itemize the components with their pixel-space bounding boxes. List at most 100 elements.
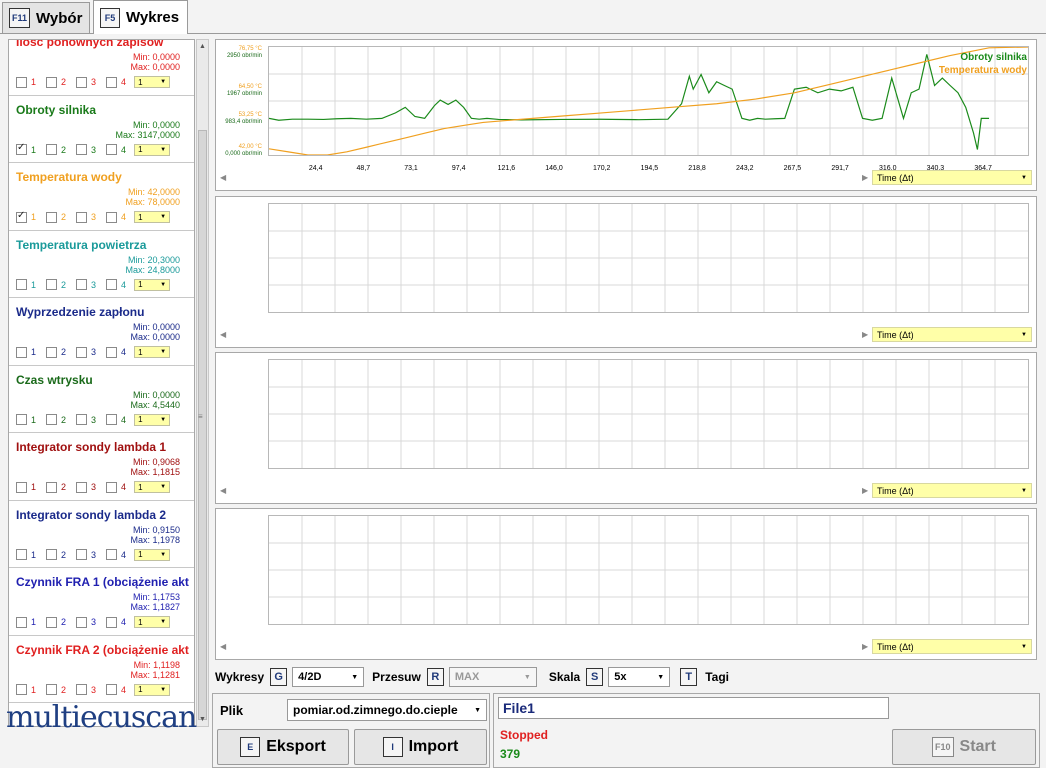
scroll-right-icon[interactable]: ▶ [862,486,872,495]
plot-2-checkbox[interactable] [46,346,58,358]
chart-hscroll[interactable]: ◀ ▶ Time (Δt) ▼ [220,638,1032,655]
plot-1-checkbox[interactable] [16,684,27,695]
tab-wybór[interactable]: F11 Wybór [2,2,90,33]
scroll-left-icon[interactable]: ◀ [220,642,230,651]
scroll-right-icon[interactable]: ▶ [862,642,872,651]
plot-4-label: 4 [121,482,127,492]
plot-2-label: 2 [61,347,67,357]
plot-1-checkbox[interactable] [16,346,27,358]
status-panel: File1 Stopped 379 F10 Start [493,693,1040,768]
axis-select[interactable]: 1 ▼ [134,616,171,628]
channel-item: Temperatura wody Min: 42,0000 Max: 78,0000… [9,163,194,231]
chart-hscroll[interactable]: ◀ ▶ Time (Δt) ▼ [220,326,1032,343]
axis-select[interactable]: 1 ▼ [134,278,171,291]
chart-hscroll[interactable]: ◀ ▶ Time (Δt) ▼ [220,482,1032,499]
tab-wykres[interactable]: F5 Wykres [93,0,188,34]
time-axis-select[interactable]: Time (Δt) ▼ [872,170,1032,185]
plot-4-label: 4 [121,549,127,560]
plot-3-checkbox[interactable] [76,346,88,358]
plot-3-checkbox[interactable] [76,616,88,628]
plot-3-checkbox[interactable] [76,279,88,290]
time-axis-select[interactable]: Time (Δt) ▼ [872,639,1032,654]
axis-select[interactable]: 1 ▼ [134,76,171,88]
plot-4-checkbox[interactable] [106,481,118,493]
time-axis-select[interactable]: Time (Δt) ▼ [872,483,1032,498]
plot-3-checkbox[interactable] [76,481,88,493]
file-select[interactable]: pomiar.od.zimnego.do.cieplе ▼ [287,699,487,721]
plot-1-checkbox[interactable] [16,279,27,290]
wykresy-label: Wykresy [215,670,265,684]
plot-4-checkbox[interactable] [106,414,118,425]
export-button[interactable]: E Eksport [217,729,349,765]
plot-4-checkbox[interactable] [106,549,118,560]
scroll-up-icon[interactable]: ▲ [199,43,206,50]
plot-4-checkbox[interactable] [106,616,118,628]
channel-list-scrollbar[interactable]: ▲ ≡ ▼ [196,39,209,727]
scroll-down-icon[interactable]: ▼ [199,716,206,723]
plot-3-checkbox[interactable] [76,76,88,88]
plot-3-checkbox[interactable] [76,684,88,695]
plot-1-checkbox[interactable] [16,616,27,628]
plot-2-checkbox[interactable] [46,549,58,560]
axis-select[interactable]: 1 ▼ [134,683,171,696]
plot-2-checkbox[interactable] [46,414,58,425]
plot-3-checkbox[interactable] [76,211,88,223]
tagi-key[interactable]: T [680,668,698,686]
axis-select[interactable]: 1 ▼ [134,346,171,358]
axis-select[interactable]: 1 ▼ [134,548,171,561]
plot-4-checkbox[interactable] [106,684,118,695]
channel-name: Wyprzedzenie zapłonu [16,305,145,319]
plot-3-checkbox[interactable] [76,144,88,155]
chart-controls: Wykresy G 4/2D ▼ Przesuw R MAX ▼ Skala S 5… [215,665,1037,689]
plot-4-checkbox[interactable] [106,346,118,358]
tagi-label[interactable]: Tagi [705,670,729,684]
scroll-right-icon[interactable]: ▶ [862,173,872,182]
channel-item: Integrator sondy lambda 2 Min: 0,9150 Max:… [9,501,194,568]
plot-2-checkbox[interactable] [46,279,58,290]
import-button[interactable]: I Import [354,729,487,765]
plot-4-checkbox[interactable] [106,76,118,88]
plot-1-checkbox[interactable] [16,549,27,560]
plot-3-checkbox[interactable] [76,549,88,560]
plot-2-checkbox[interactable] [46,684,58,695]
plot-2-checkbox[interactable] [46,76,58,88]
plot-2-checkbox[interactable] [46,211,58,223]
plot-2-checkbox[interactable] [46,616,58,628]
plot-1-checkbox[interactable] [16,414,27,425]
scroll-left-icon[interactable]: ◀ [220,330,230,339]
time-axis-select[interactable]: Time (Δt) ▼ [872,327,1032,342]
scroll-right-icon[interactable]: ▶ [862,330,872,339]
scroll-left-icon[interactable]: ◀ [220,173,230,182]
channel-item: Ilość ponownych zapisów Min: 0,0000 Max: 0… [9,40,194,96]
plot-1-label: 1 [31,549,37,560]
przesuw-select[interactable]: MAX ▼ [448,667,537,687]
plot-1-checkbox[interactable] [16,481,27,493]
plot-4-checkbox[interactable] [106,211,118,223]
axis-select[interactable]: 1 ▼ [134,143,171,156]
axis-select[interactable]: 1 ▼ [134,413,171,426]
plot-4-checkbox[interactable] [106,144,118,155]
plot-4-checkbox[interactable] [106,279,118,290]
plot-1-checkbox[interactable] [16,142,27,155]
plot-1-checkbox[interactable] [16,210,27,223]
scroll-left-icon[interactable]: ◀ [220,486,230,495]
axis-select[interactable]: 1 ▼ [134,211,171,223]
plot-2-checkbox[interactable] [46,481,58,493]
plot-2-checkbox[interactable] [46,144,58,155]
session-name-field[interactable]: File1 [498,697,889,719]
axis-select[interactable]: 1 ▼ [134,481,171,493]
start-button[interactable]: F10 Start [892,729,1036,765]
plot-2-label: 2 [61,684,67,695]
plot-3-checkbox[interactable] [76,414,88,425]
chart-hscroll[interactable]: ◀ ▶ Time (Δt) ▼ [220,169,1032,186]
legend-entry: Obroty silnika [960,52,1027,63]
channel-max: Max: 0,0000 [130,332,180,342]
wykresy-select[interactable]: 4/2D ▼ [292,667,365,687]
plot-4-label: 4 [121,77,127,87]
scrollbar-thumb[interactable] [198,130,207,720]
status-text: Stopped [500,728,548,742]
channel-min: Min: 0,9068 [132,457,180,467]
plot-1-checkbox[interactable] [16,76,27,88]
plot-3-label: 3 [91,617,97,627]
skala-select[interactable]: 5x ▼ [608,667,671,687]
